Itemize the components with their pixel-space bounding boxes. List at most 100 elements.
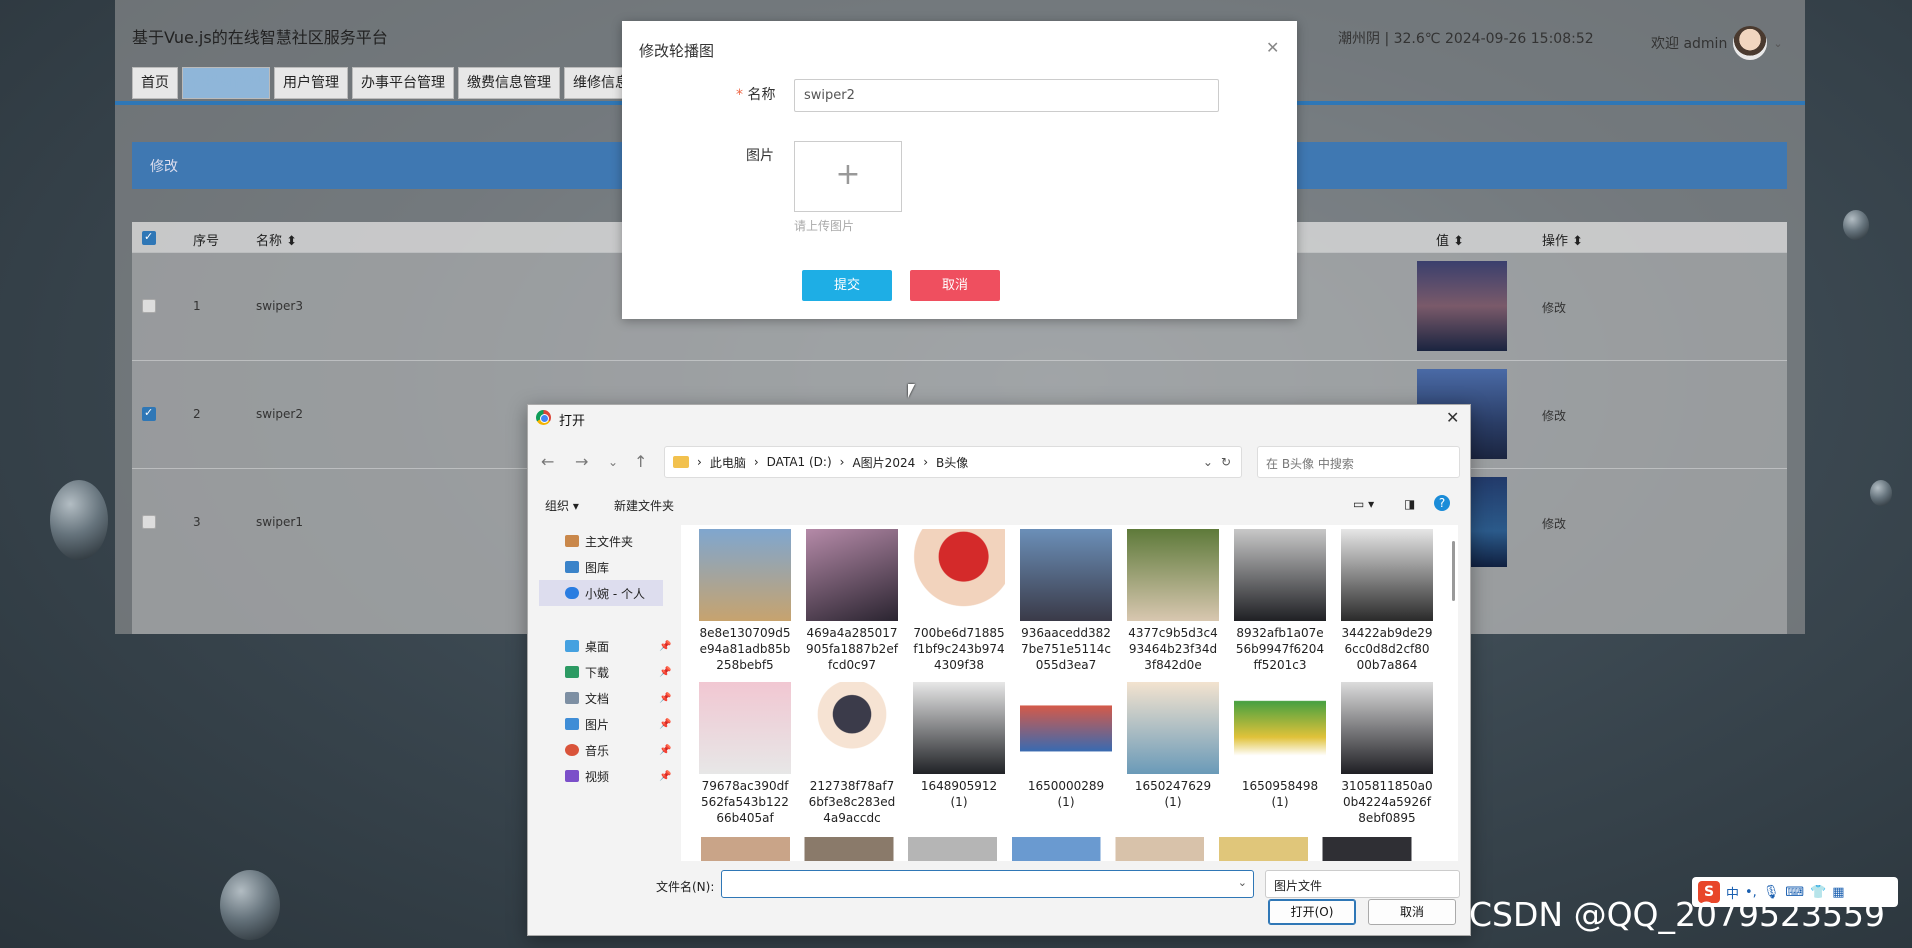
breadcrumb-item[interactable]: A图片2024	[852, 454, 915, 471]
row-thumbnail	[1417, 261, 1507, 351]
col-name[interactable]: 名称 ⬍	[256, 230, 297, 249]
breadcrumb-item[interactable]: 此电脑	[710, 454, 746, 471]
col-index: 序号	[193, 234, 220, 249]
submit-button[interactable]: 提交	[802, 270, 892, 301]
picture-icon	[565, 718, 579, 730]
video-icon	[565, 770, 579, 782]
home-icon	[565, 535, 579, 547]
edit-link[interactable]: 修改	[1542, 515, 1566, 532]
col-value[interactable]: 值 ⬍	[1436, 230, 1464, 249]
file-item[interactable]: 3105811850a00b4224a5926f8ebf0895	[1337, 682, 1437, 826]
file-item[interactable]: 700be6d71885f1bf9c243b9744309f38	[909, 529, 1009, 673]
breadcrumb-item[interactable]: DATA1 (D:)	[767, 455, 832, 469]
file-thumbnail	[1127, 682, 1219, 774]
tab-users[interactable]: 用户管理	[274, 67, 348, 99]
cloud-icon	[565, 587, 579, 599]
cancel-button[interactable]: 取消	[910, 270, 1000, 301]
new-folder-button[interactable]: 新建文件夹	[614, 497, 674, 514]
folder-icon	[673, 456, 689, 468]
pin-icon: 📌	[659, 718, 672, 730]
file-item[interactable]: 1650247629(1)	[1123, 682, 1223, 810]
row-name: swiper2	[256, 407, 303, 421]
file-item[interactable]: 4377c9b5d3c493464b23f34d3f842d0e	[1123, 529, 1223, 673]
edit-link[interactable]: 修改	[1542, 299, 1566, 316]
sidebar-item-music[interactable]: 音乐 📌	[539, 737, 671, 763]
filename-input[interactable]: ⌄	[721, 870, 1254, 898]
file-thumbnail	[806, 682, 898, 774]
sidebar-item-documents[interactable]: 文档 📌	[539, 685, 671, 711]
tab-swiper[interactable]: 轮播图管理	[182, 67, 270, 99]
file-thumbnail	[1234, 682, 1326, 774]
tab-affairs[interactable]: 办事平台管理	[352, 67, 454, 99]
refresh-icon[interactable]: ↻	[1221, 455, 1231, 469]
mouse-cursor	[908, 384, 922, 398]
tab-home[interactable]: 首页	[132, 67, 178, 99]
tab-payment[interactable]: 缴费信息管理	[458, 67, 560, 99]
nav-pane: 主文件夹 图库 小婉 - 个人 桌面 📌 下载 📌 文档 📌 图片 📌 音乐 📌 视频 📌	[531, 525, 673, 861]
file-item[interactable]: 34422ab9de296cc0d8d2cf8000b7a864	[1337, 529, 1437, 673]
sidebar-item-videos[interactable]: 视频 📌	[539, 763, 671, 789]
pin-icon: 📌	[659, 744, 672, 756]
user-menu[interactable]: 欢迎 admin ⌄	[1651, 26, 1783, 60]
row-checkbox[interactable]	[142, 299, 156, 313]
chevron-down-icon[interactable]: ⌄	[1203, 455, 1213, 469]
chevron-down-icon[interactable]: ⌄	[608, 455, 618, 469]
view-icon[interactable]: ▭ ▾	[1353, 497, 1374, 511]
welcome-text: 欢迎 admin	[1651, 36, 1728, 52]
file-item[interactable]: 936aacedd3827be751e5114c055d3ea7	[1016, 529, 1116, 673]
row-checkbox[interactable]	[142, 515, 156, 529]
help-icon[interactable]: ?	[1434, 495, 1450, 511]
file-thumbnail	[1341, 529, 1433, 621]
document-icon	[565, 692, 579, 704]
file-thumbnail	[1020, 529, 1112, 621]
avatar[interactable]	[1733, 26, 1768, 60]
file-item[interactable]: 8e8e130709d5e94a81adb85b258bebf5	[695, 529, 795, 673]
forward-icon[interactable]: →	[575, 452, 588, 471]
file-item[interactable]: 469a4a285017905fa1887b2effcd0c97	[802, 529, 902, 673]
organize-menu[interactable]: 组织 ▾	[545, 497, 579, 514]
sidebar-item-pictures[interactable]: 图片 📌	[539, 711, 671, 737]
name-input[interactable]: swiper2	[794, 79, 1219, 112]
select-all-checkbox[interactable]	[142, 230, 156, 245]
pin-icon: 📌	[659, 770, 672, 782]
search-input[interactable]: 在 B头像 中搜索	[1257, 446, 1460, 478]
back-icon[interactable]: ←	[541, 452, 554, 471]
file-thumbnail	[913, 682, 1005, 774]
file-item[interactable]: 1650000289(1)	[1016, 682, 1116, 810]
chevron-down-icon[interactable]: ⌄	[1238, 876, 1247, 889]
preview-pane-icon[interactable]: ◨	[1404, 497, 1415, 511]
address-bar[interactable]: › 此电脑 › DATA1 (D:) › A图片2024 › B头像 ⌄ ↻	[664, 446, 1242, 478]
rain-drop	[220, 870, 280, 940]
sidebar-item-onedrive[interactable]: 小婉 - 个人	[539, 580, 663, 606]
dialog-cancel-button[interactable]: 取消	[1368, 899, 1456, 925]
breadcrumb-item[interactable]: B头像	[936, 454, 968, 471]
rain-drop	[1870, 480, 1892, 506]
col-action[interactable]: 操作 ⬍	[1542, 230, 1583, 249]
close-icon[interactable]: ✕	[1446, 408, 1459, 427]
row-checkbox[interactable]	[142, 406, 156, 421]
scrollbar[interactable]	[1452, 541, 1455, 601]
required-mark: *	[736, 87, 743, 103]
sidebar-item-downloads[interactable]: 下载 📌	[539, 659, 671, 685]
file-thumbnail	[806, 529, 898, 621]
filetype-select[interactable]: 图片文件	[1265, 870, 1460, 898]
file-item[interactable]: 1648905912(1)	[909, 682, 1009, 810]
file-item[interactable]: 1650958498(1)	[1230, 682, 1330, 810]
sidebar-item-desktop[interactable]: 桌面 📌	[539, 633, 671, 659]
file-item[interactable]: 8932afb1a07e56b9947f6204ff5201c3	[1230, 529, 1330, 673]
sidebar-item-home[interactable]: 主文件夹	[539, 528, 663, 554]
upload-area[interactable]: +	[794, 141, 902, 212]
file-item[interactable]: 79678ac390df562fa543b12266b405af	[695, 682, 795, 826]
file-thumbnail	[1127, 529, 1219, 621]
row-index: 1	[193, 299, 201, 313]
chevron-down-icon[interactable]: ⌄	[1773, 37, 1782, 50]
open-button[interactable]: 打开(O)	[1268, 899, 1356, 925]
download-icon	[565, 666, 579, 678]
file-thumbnail	[699, 529, 791, 621]
close-icon[interactable]: ✕	[1266, 38, 1279, 57]
edit-link[interactable]: 修改	[1542, 407, 1566, 424]
sidebar-item-gallery[interactable]: 图库	[539, 554, 663, 580]
rain-drop	[1843, 210, 1869, 240]
file-item[interactable]: 212738f78af76bf3e8c283ed4a9accdc	[802, 682, 902, 826]
up-icon[interactable]: ↑	[634, 452, 647, 471]
